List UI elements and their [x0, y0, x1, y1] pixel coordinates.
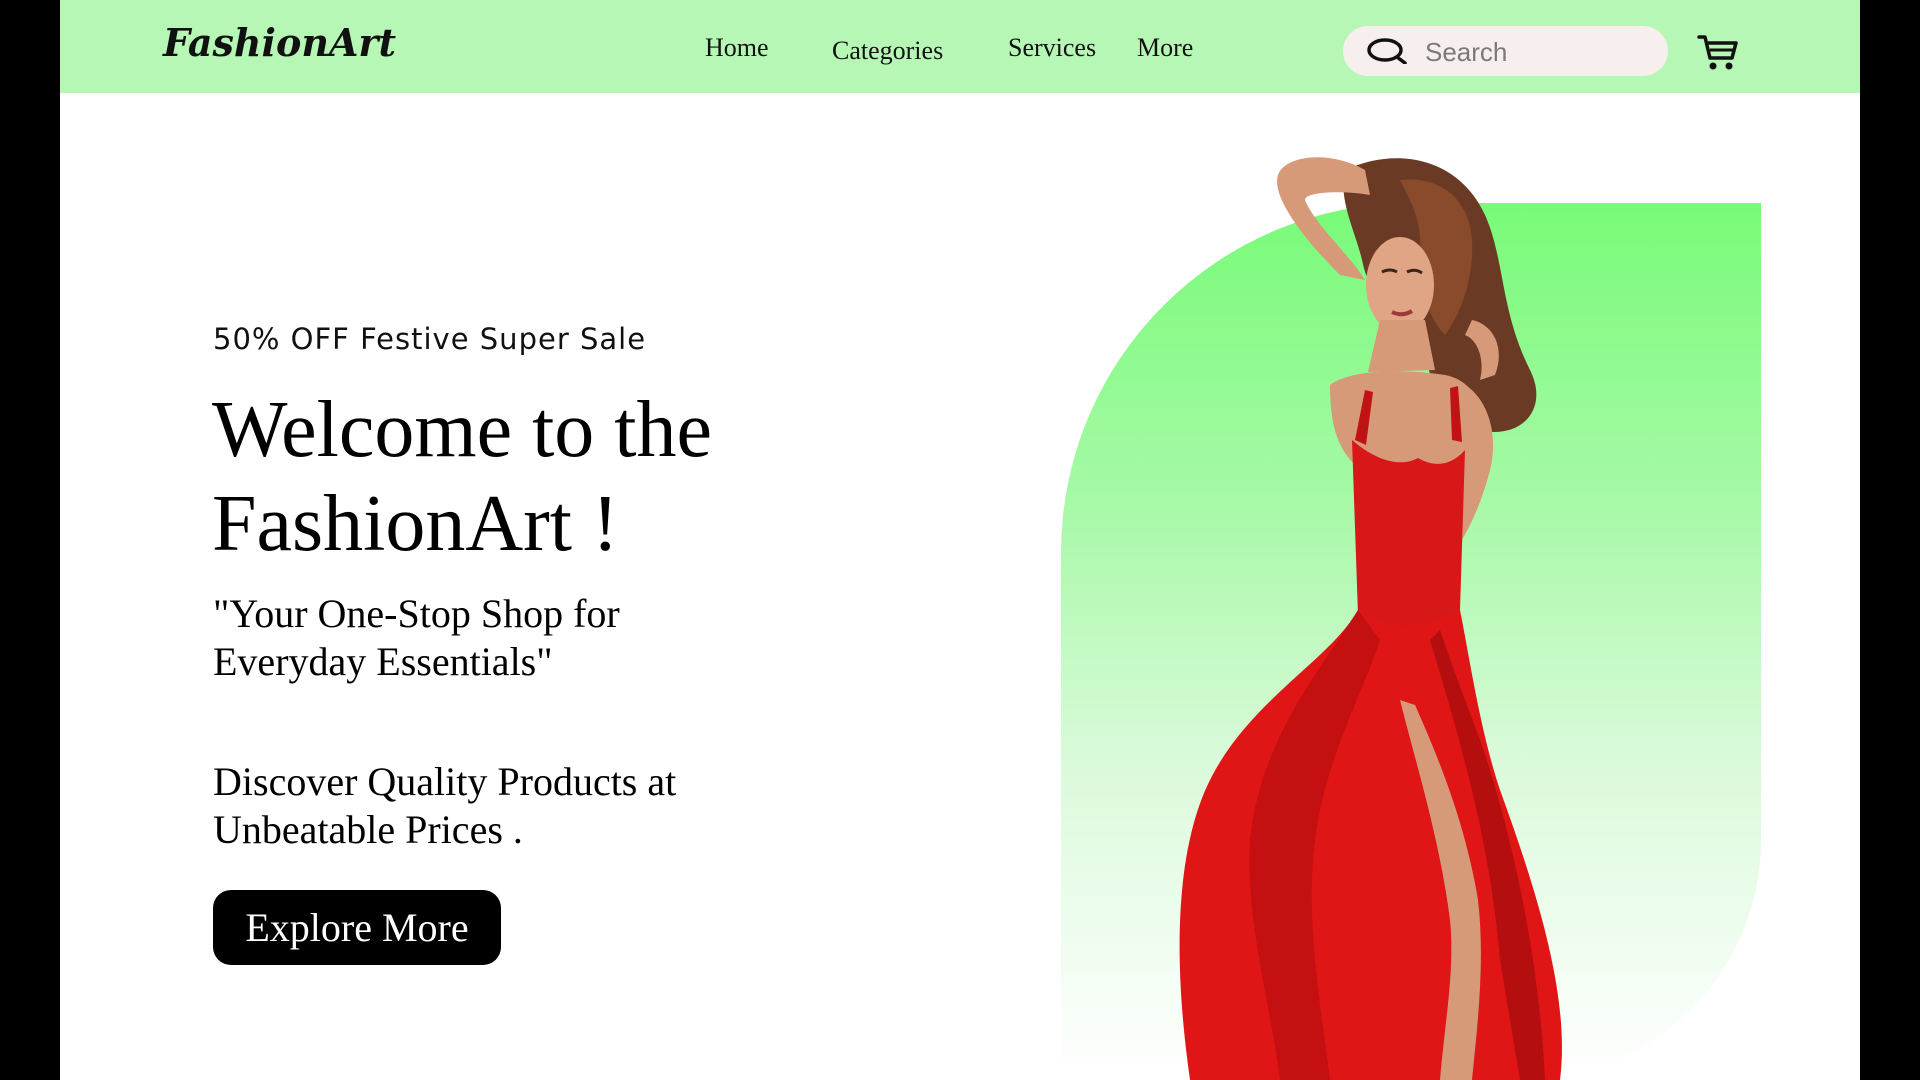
cart-icon[interactable] [1696, 30, 1740, 74]
hero-headline-line-2: FashionArt ! [212, 480, 619, 568]
nav-services[interactable]: Services [1008, 33, 1096, 63]
landing-page: FashionArt Home Categories Services More… [60, 0, 1860, 1080]
brand-logo[interactable]: FashionArt [163, 20, 396, 65]
hero-subtext: Discover Quality Products at Unbeatable … [213, 759, 677, 852]
nav-more[interactable]: More [1137, 33, 1193, 63]
nav-home[interactable]: Home [705, 33, 769, 63]
explore-more-button[interactable]: Explore More [213, 890, 501, 965]
hero-tagline: "Your One-Stop Shop for Everyday Essenti… [213, 591, 620, 684]
top-nav-bar: FashionArt Home Categories Services More [60, 0, 1860, 93]
hero-headline: Welcome to the FashionArt ! [212, 383, 852, 571]
sale-banner-text: 50% OFF Festive Super Sale [213, 322, 647, 356]
search-input[interactable] [1423, 26, 1657, 78]
nav-categories[interactable]: Categories [832, 36, 943, 66]
search-icon[interactable] [1367, 38, 1407, 64]
hero-headline-line-1: Welcome to the [212, 386, 713, 474]
search-bar[interactable] [1343, 26, 1668, 78]
model-image [1179, 157, 1562, 1080]
